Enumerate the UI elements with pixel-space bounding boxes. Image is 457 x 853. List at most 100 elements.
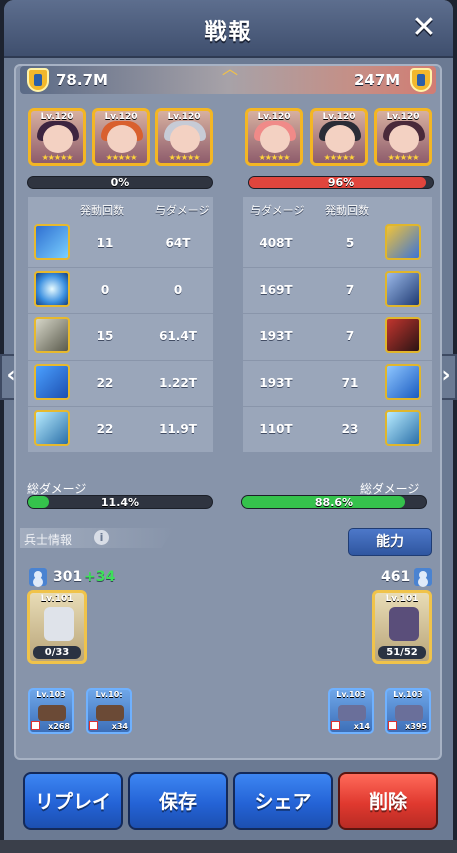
delete-button[interactable]: 削除: [338, 772, 438, 830]
hero-level: Lv.120: [167, 112, 201, 122]
left-score: 78.7M: [56, 71, 108, 89]
chevron-up-icon[interactable]: ︿: [220, 61, 240, 77]
left-skill-damage: 61.4T: [159, 329, 197, 343]
right-skill-damage: 193T: [259, 329, 293, 343]
tank-icon: [338, 705, 366, 721]
skill-gun-icon[interactable]: [385, 224, 421, 260]
shield-icon: [27, 68, 49, 92]
hero-stars: ★★★★★: [387, 153, 420, 162]
left-unit-card[interactable]: Lv.101 0/33: [27, 590, 87, 664]
left-troop-count: 301: [53, 569, 83, 585]
troop-info-label: 兵士情報: [24, 533, 73, 547]
mech-icon: [389, 607, 419, 641]
hero-face: [107, 125, 137, 153]
left-skill-count: 22: [96, 422, 114, 436]
hero-level: Lv.120: [104, 112, 138, 122]
hero-portrait[interactable]: Lv.120 ★★★★★: [92, 108, 150, 166]
tank-quantity: x395: [405, 722, 427, 731]
person-icon: [29, 568, 47, 586]
tank-quantity: x268: [48, 722, 70, 731]
tank-level: Lv.103: [36, 690, 66, 699]
right-score: 247M: [354, 71, 401, 89]
left-skill-count: 11: [96, 236, 114, 250]
row-divider: [28, 267, 213, 268]
left-skill-damage: 0: [173, 283, 183, 297]
skill-aircraft-icon[interactable]: [34, 364, 70, 400]
hero-stars: ★★★★★: [105, 153, 138, 162]
hero-face: [260, 125, 290, 153]
tank-level: Lv.10:: [95, 690, 123, 699]
tank-level: Lv.103: [393, 690, 423, 699]
right-skill-count: 5: [345, 236, 355, 250]
tank-quantity: x14: [353, 722, 370, 731]
tank-icon: [395, 705, 423, 721]
hero-face: [389, 125, 419, 153]
row-divider: [28, 313, 213, 314]
tank-icon: [38, 705, 66, 721]
hero-stars: ★★★★★: [41, 153, 74, 162]
right-damage-header: 与ダメージ: [250, 204, 305, 217]
skill-rocket-icon[interactable]: [385, 410, 421, 446]
medical-cross-icon: [31, 721, 40, 730]
right-hp-bar: 96%: [248, 176, 434, 189]
tank-unit[interactable]: Lv.10: x34: [86, 688, 132, 734]
left-troop-bonus: +34: [84, 569, 116, 585]
unit-count: 51/52: [378, 646, 426, 659]
left-skill-count: 22: [96, 376, 114, 390]
hero-portrait[interactable]: Lv.120 ★★★★★: [28, 108, 86, 166]
row-divider: [243, 313, 432, 314]
skill-lightning-icon[interactable]: [34, 271, 70, 307]
right-troop-count: 461: [381, 569, 411, 585]
hero-portrait[interactable]: Lv.120 ★★★★★: [374, 108, 432, 166]
left-count-header: 発動回数: [80, 204, 124, 217]
skill-shield-icon[interactable]: [385, 364, 421, 400]
right-total-bar: 88.6%: [241, 495, 427, 509]
row-divider: [243, 360, 432, 361]
hero-portrait[interactable]: Lv.120 ★★★★★: [245, 108, 303, 166]
left-skill-damage: 11.9T: [159, 422, 197, 436]
tank-level: Lv.103: [336, 690, 366, 699]
bottom-strip: [0, 840, 457, 853]
hero-stars: ★★★★★: [323, 153, 356, 162]
hero-level: Lv.120: [322, 112, 356, 122]
right-unit-card[interactable]: Lv.101 51/52: [372, 590, 432, 664]
hero-face: [325, 125, 355, 153]
hero-level: Lv.120: [386, 112, 420, 122]
left-total-percent: 11.4%: [100, 496, 140, 509]
unit-level: Lv.101: [385, 594, 419, 604]
right-count-header: 発動回数: [325, 204, 369, 217]
right-skill-count: 7: [345, 329, 355, 343]
medical-cross-icon: [331, 721, 340, 730]
right-skill-damage: 408T: [259, 236, 293, 250]
right-skill-damage: 110T: [259, 422, 293, 436]
left-skill-count: 15: [96, 329, 114, 343]
left-damage-header: 与ダメージ: [155, 204, 210, 217]
tank-icon: [96, 705, 124, 721]
row-divider: [243, 267, 432, 268]
left-skill-count: 0: [100, 283, 110, 297]
tank-quantity: x34: [111, 722, 128, 731]
left-skill-damage: 1.22T: [159, 376, 197, 390]
tank-unit[interactable]: Lv.103 x14: [328, 688, 374, 734]
tank-unit[interactable]: Lv.103 x268: [28, 688, 74, 734]
ability-button[interactable]: 能力: [348, 528, 432, 556]
right-hp-label: 96%: [327, 176, 355, 189]
title-bar: 戦報 ✕: [4, 0, 453, 58]
hero-face: [170, 125, 200, 153]
hero-portrait[interactable]: Lv.120 ★★★★★: [155, 108, 213, 166]
row-divider: [243, 406, 432, 407]
skill-armor-icon[interactable]: [34, 317, 70, 353]
skill-missile-icon[interactable]: [34, 224, 70, 260]
close-icon[interactable]: ✕: [409, 13, 439, 43]
unit-count: 0/33: [33, 646, 81, 659]
share-button[interactable]: シェア: [233, 772, 333, 830]
replay-button[interactable]: リプレイ: [23, 772, 123, 830]
skill-chain-icon[interactable]: [385, 317, 421, 353]
skill-parachute-icon[interactable]: [385, 271, 421, 307]
tank-unit[interactable]: Lv.103 x395: [385, 688, 431, 734]
save-button[interactable]: 保存: [128, 772, 228, 830]
hero-portrait[interactable]: Lv.120 ★★★★★: [310, 108, 368, 166]
shield-icon: [410, 68, 432, 92]
skill-rocket-icon[interactable]: [34, 410, 70, 446]
info-icon[interactable]: i: [94, 530, 109, 545]
